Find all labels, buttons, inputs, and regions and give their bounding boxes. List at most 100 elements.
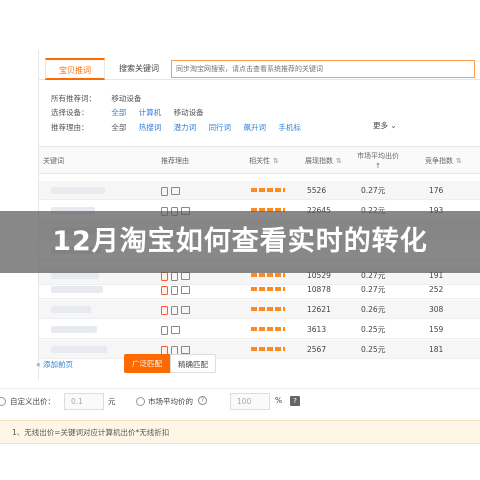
banner-title: 12月淘宝如何查看实时的转化 bbox=[52, 226, 428, 257]
reason-option-potential[interactable]: 潜力词 bbox=[174, 121, 197, 135]
mobile-icon bbox=[171, 305, 178, 315]
custom-bid-unit: 元 bbox=[108, 397, 116, 406]
device-option-mobile[interactable]: 移动设备 bbox=[174, 106, 204, 120]
table-row[interactable]: 2567 0.25元 181 bbox=[39, 340, 480, 359]
broad-match-button[interactable]: 广泛匹配 bbox=[124, 354, 170, 373]
recommend-value: 移动设备 bbox=[111, 94, 142, 103]
relevance-bar bbox=[251, 188, 285, 192]
header-reason: 推荐理由 bbox=[161, 157, 189, 165]
reason-option-peer[interactable]: 同行词 bbox=[209, 121, 232, 135]
avg-bid-value: 0.26元 bbox=[361, 305, 386, 314]
bid-settings-row: 自定义出价： 0.1 元 市场平均价的 ? 100 % ? bbox=[0, 388, 480, 414]
more-label: 更多 bbox=[373, 121, 388, 130]
pc-icon bbox=[181, 306, 190, 314]
tab-keyword-search[interactable]: 搜索关键词 bbox=[109, 58, 169, 80]
relevance-bar bbox=[251, 287, 285, 291]
header-keyword: 关键词 bbox=[43, 157, 64, 165]
recommend-label: 所有推荐词： bbox=[51, 94, 96, 103]
add-prev-label: 添加前页 bbox=[42, 360, 73, 369]
relevance-bar bbox=[251, 307, 285, 311]
device-option-pc[interactable]: 计算机 bbox=[139, 106, 162, 120]
reason-option-all[interactable]: 全部 bbox=[111, 121, 126, 135]
chevron-down-icon: ⌄ bbox=[390, 121, 397, 130]
avg-bid-value: 0.27元 bbox=[361, 186, 386, 195]
help-icon[interactable]: ? bbox=[198, 396, 207, 405]
mobile-icon bbox=[161, 325, 168, 335]
keyword-search-box[interactable] bbox=[171, 60, 475, 78]
reason-icons bbox=[161, 181, 183, 200]
sort-icon: ⇅ bbox=[456, 157, 462, 165]
title-banner: 12月淘宝如何查看实时的转化 bbox=[0, 211, 480, 273]
market-bid-unit: % bbox=[275, 396, 283, 405]
device-filter-row: 选择设备： 全部 计算机 移动设备 bbox=[51, 106, 214, 120]
table-row[interactable]: 5526 0.27元 176 bbox=[39, 181, 480, 200]
mobile-icon bbox=[161, 186, 168, 196]
header-avg-bid[interactable]: 市场平均出价 ↑ bbox=[357, 147, 399, 175]
tab-bar: 宝贝推词 搜索关键词 bbox=[39, 58, 480, 80]
sort-icon: ⇅ bbox=[336, 157, 342, 165]
impressions-value: 12621 bbox=[307, 305, 331, 314]
pc-icon bbox=[181, 346, 190, 354]
competition-value: 159 bbox=[429, 325, 444, 334]
avg-bid-value: 0.25元 bbox=[361, 345, 386, 354]
tip-bar: 1、无线出价=关键词对应计算机出价*无线折扣 bbox=[0, 420, 480, 444]
header-avg-bid-line2: ↑ bbox=[375, 162, 381, 170]
reason-option-hot[interactable]: 热搜词 bbox=[139, 121, 162, 135]
custom-bid-input[interactable]: 0.1 bbox=[64, 393, 104, 410]
table-header: 关键词 推荐理由 相关性 ⇅ 展现指数 ⇅ 市场平均出价 ↑ 竞争指数 ⇅ bbox=[39, 146, 480, 174]
impressions-value: 3613 bbox=[307, 325, 327, 334]
add-prev-page-link[interactable]: « 添加前页 bbox=[36, 359, 73, 370]
recommend-filter-row: 所有推荐词： 移动设备 bbox=[51, 92, 151, 106]
market-bid-label: 市场平均价的 bbox=[148, 397, 193, 406]
custom-bid-radio[interactable] bbox=[0, 397, 6, 406]
header-impressions-label: 展现指数 bbox=[305, 157, 333, 165]
competition-value: 176 bbox=[429, 186, 444, 195]
double-chevron-left-icon: « bbox=[36, 360, 41, 369]
impressions-value: 2567 bbox=[307, 345, 327, 354]
more-toggle[interactable]: 更多 ⌄ bbox=[373, 120, 397, 131]
market-bid-radio[interactable] bbox=[136, 397, 145, 406]
table-row[interactable]: 10878 0.27元 252 bbox=[39, 280, 480, 299]
avg-bid-value: 0.27元 bbox=[361, 285, 386, 294]
table-row[interactable]: 12621 0.26元 308 bbox=[39, 300, 480, 319]
blurred-keyword bbox=[51, 326, 97, 333]
competition-value: 252 bbox=[429, 285, 444, 294]
hot-icon bbox=[161, 285, 168, 295]
reason-option-rising[interactable]: 飙升词 bbox=[243, 121, 266, 135]
exact-match-button[interactable]: 精确匹配 bbox=[170, 354, 216, 373]
header-competition-label: 竞争指数 bbox=[425, 157, 453, 165]
blurred-keyword bbox=[51, 272, 99, 279]
header-relevance-label: 相关性 bbox=[249, 157, 270, 165]
pc-icon bbox=[171, 326, 180, 334]
custom-bid-label: 自定义出价： bbox=[10, 397, 55, 406]
device-option-all[interactable]: 全部 bbox=[111, 106, 126, 120]
relevance-bar bbox=[251, 347, 285, 351]
reason-icons bbox=[161, 320, 183, 339]
competition-value: 181 bbox=[429, 345, 444, 354]
pc-icon bbox=[181, 286, 190, 294]
header-relevance[interactable]: 相关性 ⇅ bbox=[249, 147, 279, 175]
header-competition[interactable]: 竞争指数 ⇅ bbox=[425, 147, 462, 175]
table-row[interactable]: 3613 0.25元 159 bbox=[39, 320, 480, 339]
relevance-bar bbox=[251, 327, 285, 331]
competition-value: 308 bbox=[429, 305, 444, 314]
reason-filter-row: 推荐理由： 全部 热搜词 潜力词 同行词 飙升词 手机标 bbox=[51, 121, 311, 135]
reason-icons bbox=[161, 300, 193, 319]
reason-label: 推荐理由： bbox=[51, 123, 89, 132]
device-label: 选择设备： bbox=[51, 108, 89, 117]
blurred-keyword bbox=[51, 306, 91, 313]
info-icon[interactable]: ? bbox=[290, 396, 300, 406]
tab-item-recommend[interactable]: 宝贝推词 bbox=[45, 58, 105, 80]
blurred-keyword bbox=[51, 346, 107, 353]
keyword-search-input[interactable] bbox=[172, 61, 474, 77]
sort-icon: ⇅ bbox=[273, 157, 279, 165]
blurred-keyword bbox=[51, 286, 103, 293]
mobile-icon bbox=[171, 285, 178, 295]
header-impressions[interactable]: 展现指数 ⇅ bbox=[305, 147, 342, 175]
header-avg-bid-line1: 市场平均出价 bbox=[357, 152, 399, 160]
impressions-value: 5526 bbox=[307, 186, 327, 195]
bottom-area bbox=[0, 444, 480, 480]
market-bid-input[interactable]: 100 bbox=[230, 393, 270, 410]
reason-option-mobile[interactable]: 手机标 bbox=[278, 121, 301, 135]
pc-icon bbox=[171, 187, 180, 195]
